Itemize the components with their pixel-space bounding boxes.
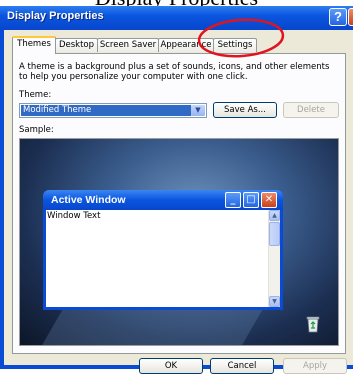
recycle-bin-icon xyxy=(306,316,320,333)
scrollbar-thumb xyxy=(269,222,280,246)
save-as-button[interactable]: Save As... xyxy=(213,102,277,118)
window-title: Display Properties xyxy=(7,10,104,22)
theme-label: Theme: xyxy=(19,90,52,100)
close-icon: ✕ xyxy=(261,192,277,208)
chevron-down-icon[interactable]: ▼ xyxy=(191,105,205,116)
tab-themes[interactable]: Themes xyxy=(12,36,56,54)
close-icon[interactable]: X xyxy=(348,8,353,26)
sample-window-body: Window Text ▲ ▼ xyxy=(46,210,280,307)
sample-active-window: Active Window _ □ ✕ Window Text ▲ ▼ xyxy=(43,190,283,310)
ok-button[interactable]: OK xyxy=(139,358,203,374)
theme-description: A theme is a background plus a set of so… xyxy=(19,62,330,82)
sample-window-text: Window Text xyxy=(47,211,101,221)
theme-dropdown[interactable]: Modified Theme ▼ xyxy=(19,103,207,118)
minimize-icon: _ xyxy=(225,192,241,208)
tab-settings[interactable]: Settings xyxy=(213,38,257,52)
themes-panel: A theme is a background plus a set of so… xyxy=(12,53,346,354)
cancel-button[interactable]: Cancel xyxy=(210,358,274,374)
tab-desktop[interactable]: Desktop xyxy=(55,38,98,52)
theme-selected-value: Modified Theme xyxy=(21,105,191,116)
chevron-down-icon: ▼ xyxy=(269,296,280,307)
sample-active-window-title: Active Window xyxy=(51,194,126,206)
display-properties-window: Display Properties ? X Themes Desktop Sc… xyxy=(0,6,353,374)
sample-label: Sample: xyxy=(19,125,54,135)
title-bar[interactable]: Display Properties ? X xyxy=(0,6,353,30)
apply-button[interactable]: Apply xyxy=(283,358,347,374)
help-icon[interactable]: ? xyxy=(329,8,347,26)
delete-button[interactable]: Delete xyxy=(283,102,339,118)
sample-scrollbar: ▲ ▼ xyxy=(268,210,280,307)
dialog-client-area: Themes Desktop Screen Saver Appearance S… xyxy=(4,30,353,374)
chevron-up-icon: ▲ xyxy=(269,210,280,221)
tab-screen-saver[interactable]: Screen Saver xyxy=(97,38,159,52)
sample-active-window-title-bar: Active Window _ □ ✕ xyxy=(43,190,283,210)
theme-sample-preview: Active Window _ □ ✕ Window Text ▲ ▼ xyxy=(19,138,339,346)
maximize-icon: □ xyxy=(243,192,259,208)
tab-appearance[interactable]: Appearance xyxy=(158,38,214,52)
